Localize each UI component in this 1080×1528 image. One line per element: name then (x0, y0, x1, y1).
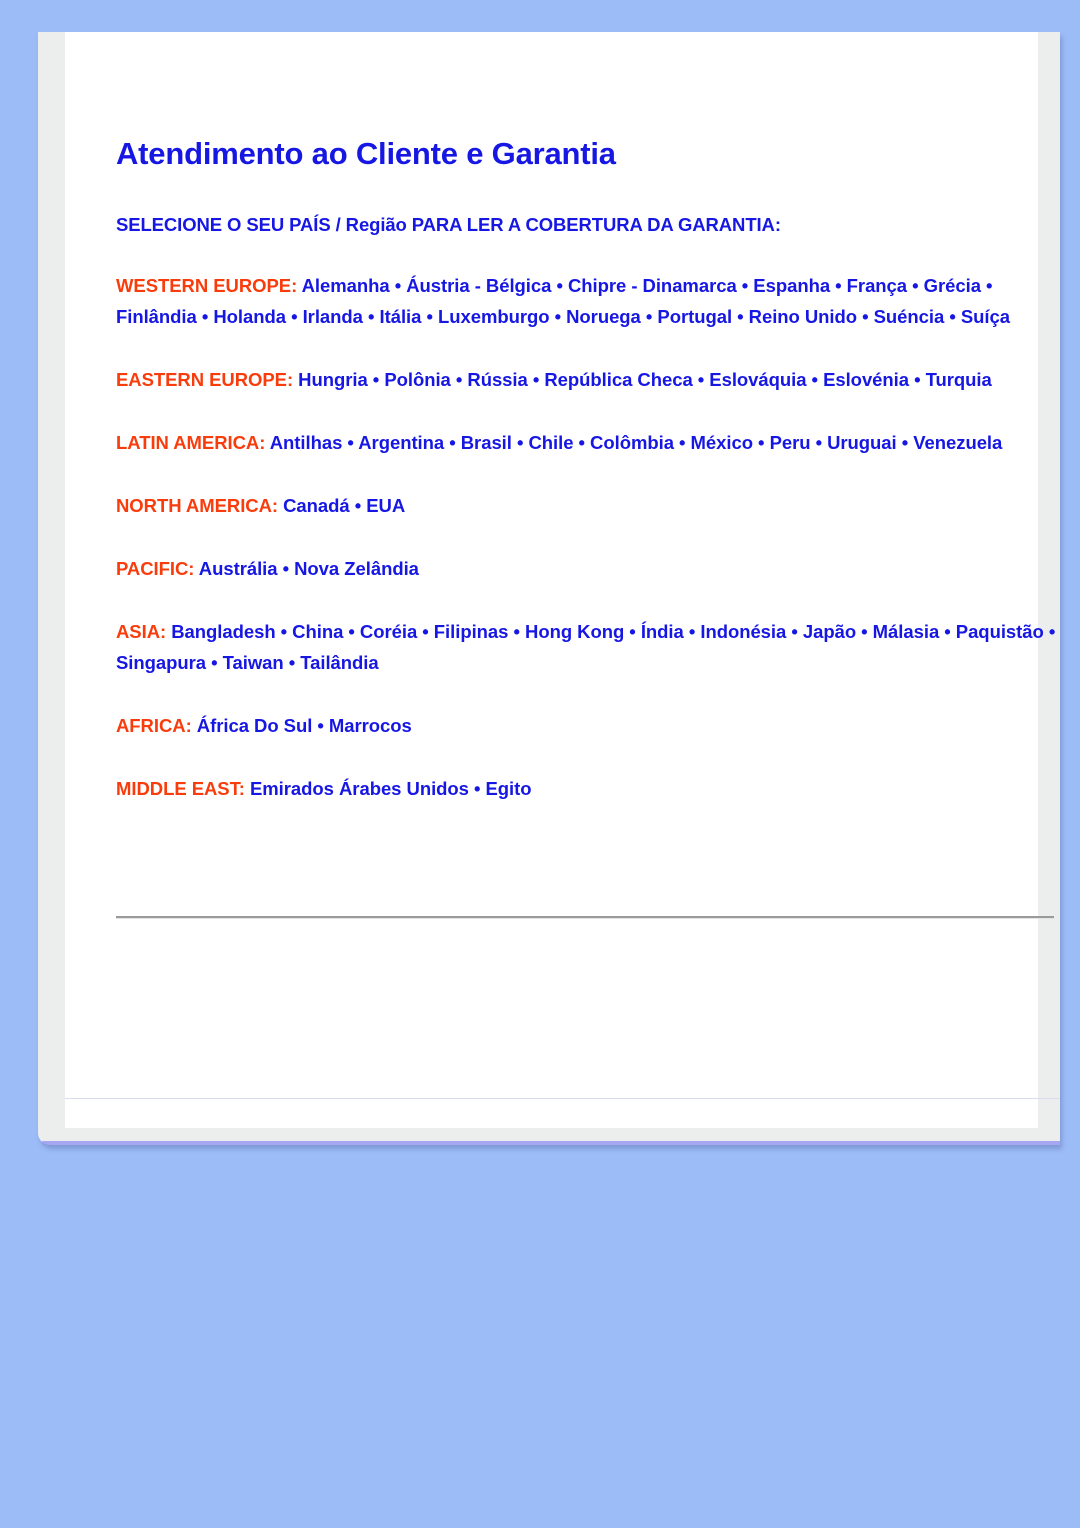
region-entry-middle-east: MIDDLE EAST: Emirados Árabes Unidos • Eg… (116, 741, 1056, 804)
select-country-prompt: SELECIONE O SEU PAÍS / Região PARA LER A… (116, 214, 781, 235)
region-countries[interactable]: Canadá • EUA (278, 495, 405, 516)
region-countries[interactable]: Hungria • Polônia • Rússia • República C… (293, 369, 992, 390)
region-entry-north-america: NORTH AMERICA: Canadá • EUA (116, 458, 1056, 521)
region-label: ASIA: (116, 621, 167, 642)
region-entry-pacific: PACIFIC: Austrália • Nova Zelândia (116, 521, 1056, 584)
region-label: LATIN AMERICA: (116, 432, 266, 453)
region-countries[interactable]: Bangladesh • China • Coréia • Filipinas … (116, 621, 1055, 673)
region-label: WESTERN EUROPE: (116, 275, 298, 296)
region-entry-africa: AFRICA: África Do Sul • Marrocos (116, 678, 1056, 741)
document-panel: Atendimento ao Cliente e Garantia SELECI… (38, 32, 1060, 1145)
region-entry-eastern-europe: EASTERN EUROPE: Hungria • Polônia • Rúss… (116, 332, 1056, 395)
region-label: PACIFIC: (116, 558, 195, 579)
region-label: NORTH AMERICA: (116, 495, 279, 516)
region-entry-asia: ASIA: Bangladesh • China • Coréia • Fili… (116, 584, 1056, 678)
region-label: MIDDLE EAST: (116, 778, 245, 799)
region-countries[interactable]: Emirados Árabes Unidos • Egito (245, 778, 532, 799)
region-countries[interactable]: Austrália • Nova Zelândia (194, 558, 419, 579)
panel-bottom-edge (42, 1141, 1060, 1145)
page-title: Atendimento ao Cliente e Garantia (116, 136, 616, 171)
region-entry-latin-america: LATIN AMERICA: Antilhas • Argentina • Br… (116, 395, 1056, 458)
region-label: EASTERN EUROPE: (116, 369, 294, 390)
content-column: Atendimento ao Cliente e Garantia SELECI… (116, 32, 1056, 1128)
region-countries[interactable]: Antilhas • Argentina • Brasil • Chile • … (265, 432, 1003, 453)
region-entry-western-europe: WESTERN EUROPE: Alemanha • Áustria - Bél… (116, 238, 1056, 332)
region-countries[interactable]: África Do Sul • Marrocos (192, 715, 412, 736)
section-divider (116, 916, 1054, 919)
region-label: AFRICA: (116, 715, 192, 736)
